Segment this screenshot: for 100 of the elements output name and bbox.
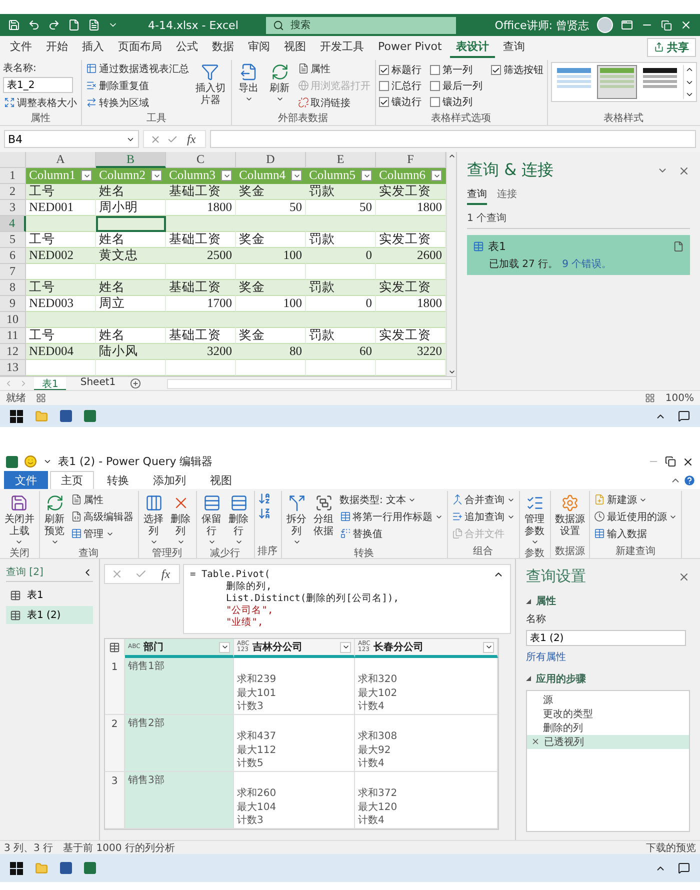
horizontal-scrollbar[interactable] [166,378,452,388]
ribbon-button[interactable]: 刷新预览 [42,491,66,547]
checkbox[interactable] [378,65,388,75]
ribbon-button[interactable]: 插入切片器 [193,60,228,108]
close-icon[interactable] [682,456,694,468]
formula-editor[interactable]: = Table.Pivot( 删除的列, List.Distinct(删除的列[公司名]), "公司名", "业绩", [183,564,511,634]
checkbox[interactable] [430,97,440,107]
ribbon-button[interactable]: 将第一行用作标题 [338,509,444,524]
pane-tab[interactable]: 连接 [497,187,517,205]
ribbon-tab[interactable]: 开始 [40,36,74,58]
ribbon-button[interactable]: 高级编辑器 [70,509,134,524]
ribbon-button[interactable]: 追加查询 [450,509,516,524]
table-menu-icon[interactable] [109,642,120,652]
ribbon-tab[interactable]: 查询 [496,36,531,58]
sheet-tab[interactable]: Sheet1 [72,376,124,390]
filter-dropdown-icon[interactable] [431,170,442,181]
query-item[interactable]: 表1 [6,586,93,604]
all-properties-link[interactable]: 所有属性 [526,650,690,664]
ribbon-tab[interactable]: 开发工具 [314,36,370,58]
share-button[interactable]: 共享 [647,38,696,56]
ribbon-button[interactable]: 导出 [234,60,262,104]
applied-step[interactable]: 源 [527,692,689,707]
table-name-field[interactable]: 表1_2 [3,77,73,93]
pane-tab[interactable]: 查询 [467,187,487,205]
ribbon-button[interactable]: 最近使用的源 [593,509,678,524]
more-icon[interactable] [684,90,694,99]
ribbon-button[interactable]: 通过数据透视表汇总 [85,61,190,76]
resize-table-button[interactable]: 调整表格大小 [3,95,78,110]
checkbox-label[interactable]: 标题行 [392,63,422,77]
row-header[interactable]: 10 [0,312,26,328]
applied-step[interactable]: 删除的列 [527,720,689,735]
notification-icon[interactable] [678,410,690,422]
checkbox[interactable] [430,81,440,91]
add-sheet-icon[interactable] [130,378,141,389]
help-icon[interactable] [683,474,696,486]
expanded-triangle-icon[interactable] [526,676,531,682]
ribbon-tab[interactable]: Power Pivot [372,36,448,58]
ribbon-tab[interactable]: 文件 [4,36,38,58]
ribbon-button[interactable]: 替换值 [338,526,444,541]
undo-icon[interactable] [28,19,40,31]
document-app-icon[interactable] [60,410,72,422]
row-header[interactable]: 9 [0,296,26,312]
enter-icon[interactable] [167,134,178,144]
ribbon-button[interactable]: 关闭并上载 [3,491,36,547]
ribbon-tab[interactable]: 添加列 [142,471,197,489]
restore-icon[interactable] [665,456,676,467]
ribbon-tab[interactable]: 页面布局 [112,36,168,58]
filter-dropdown-icon[interactable] [340,642,351,652]
insert-function-button[interactable]: fx [158,566,174,582]
checkbox[interactable] [490,65,500,75]
ribbon-button[interactable]: 保留行 [200,491,224,547]
ribbon-button[interactable]: 拆分列 [284,491,308,547]
insert-function-button[interactable]: fx [184,132,199,146]
ribbon-button[interactable]: 取消链接 [296,95,372,110]
checkbox-label[interactable]: 最后一列 [442,79,482,93]
start-icon[interactable] [10,410,23,422]
save-icon[interactable] [8,19,20,31]
notification-icon[interactable] [678,862,690,874]
sort-descending-icon[interactable] [258,507,270,520]
filter-dropdown-icon[interactable] [221,170,232,181]
column-header[interactable]: C [166,152,236,168]
formula-input[interactable] [210,130,696,148]
column-header[interactable]: B [96,152,166,168]
row-header[interactable]: 6 [0,248,26,264]
expanded-triangle-icon[interactable] [526,598,531,604]
column-header[interactable]: E [306,152,376,168]
row-header[interactable]: 13 [0,360,26,376]
selected-cell[interactable] [96,216,166,232]
row-header[interactable]: 8 [0,280,26,296]
vertical-scrollbar[interactable] [446,152,456,376]
scroll-up-icon[interactable] [448,152,456,160]
caret-icon[interactable] [126,135,135,144]
row-header[interactable]: 3 [0,200,26,216]
start-icon[interactable] [10,862,23,874]
sort-ascending-icon[interactable] [258,492,270,505]
filter-dropdown-icon[interactable] [361,170,372,181]
errors-link[interactable]: 9 个错误。 [562,257,612,271]
filter-dropdown-icon[interactable] [291,170,302,181]
applied-step[interactable]: 更改的类型 [527,706,689,721]
filter-dropdown-icon[interactable] [151,170,162,181]
table-style-thumbnail[interactable] [596,65,636,99]
ribbon-tab[interactable]: 数据 [206,36,240,58]
checkbox-label[interactable]: 镶边行 [392,95,422,109]
cancel-icon[interactable] [150,134,161,144]
name-field[interactable]: 表1 (2) [526,630,686,646]
filter-dropdown-icon[interactable] [483,642,494,652]
ribbon-tab[interactable]: 审阅 [242,36,276,58]
checkbox[interactable] [430,65,440,75]
column-header[interactable]: F [376,152,446,168]
ribbon-tab[interactable]: 主页 [50,471,94,489]
smiley-icon[interactable] [24,455,37,468]
ribbon-tab[interactable]: 文件 [4,471,48,489]
ribbon-button[interactable]: 合并查询 [450,492,516,507]
ribbon-button[interactable]: 管理 [70,526,134,541]
row-header[interactable]: 11 [0,328,26,344]
ribbon-button[interactable]: 转换为区域 [85,95,190,110]
row-header[interactable]: 12 [0,344,26,360]
ribbon-button[interactable]: 删除行 [226,491,250,547]
filter-dropdown-icon[interactable] [81,170,92,181]
ribbon-button[interactable]: 选择列 [142,491,166,547]
